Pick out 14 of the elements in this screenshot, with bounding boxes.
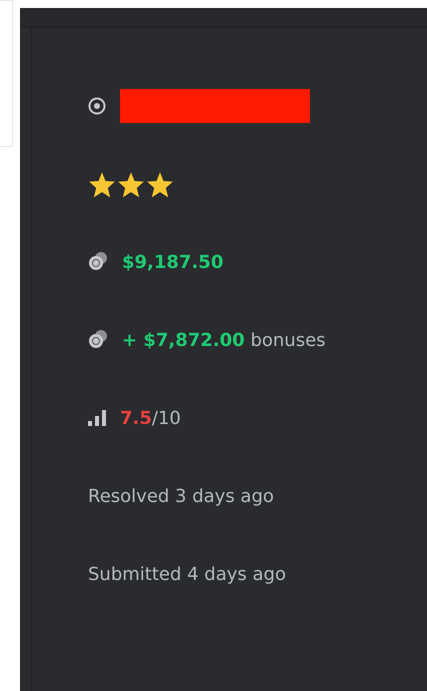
coins-icon: [88, 252, 108, 272]
target-icon: [88, 97, 106, 115]
bonus-amount: + $7,872.00: [122, 330, 245, 350]
score-max: /10: [152, 408, 181, 428]
star-icon: [146, 170, 174, 198]
star-icon: [88, 170, 116, 198]
resolved-time: Resolved 3 days ago: [88, 486, 274, 506]
bonus-label: bonuses: [249, 330, 326, 350]
submitted-time: Submitted 4 days ago: [88, 564, 286, 584]
reward-amount: $9,187.50: [122, 252, 224, 272]
signal-bars-icon: [88, 410, 106, 426]
star-icon: [117, 170, 145, 198]
coins-icon: [88, 330, 108, 350]
score-value: 7.5: [120, 408, 152, 428]
